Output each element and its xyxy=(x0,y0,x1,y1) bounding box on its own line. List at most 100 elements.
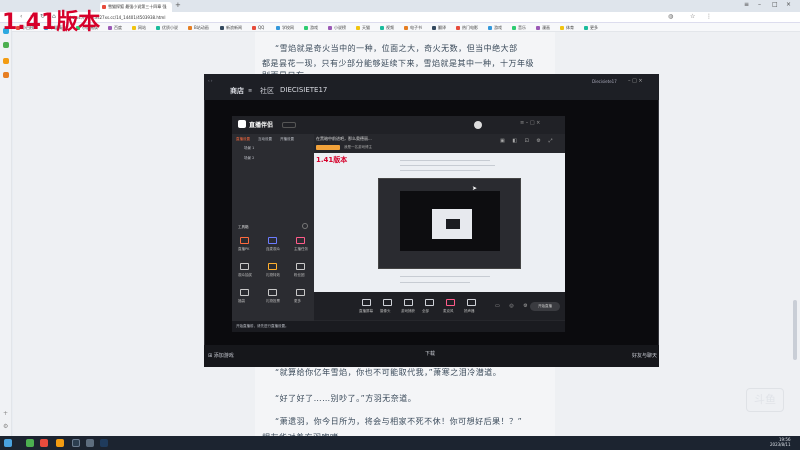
new-tab-button[interactable]: + xyxy=(175,1,181,9)
watermark: 斗鱼 xyxy=(746,388,784,412)
extra-controls[interactable]: ▭ ◎ ⚙ xyxy=(495,303,532,309)
bookmark-item[interactable]: 天猫 xyxy=(356,25,370,31)
preview-line xyxy=(400,276,490,277)
toolbox-settings-icon[interactable] xyxy=(302,223,308,229)
stream-window-controls[interactable]: ≡ – □ × xyxy=(520,120,540,126)
bookmark-item[interactable]: 优质小说 xyxy=(156,25,178,31)
sidebar-note-icon[interactable] xyxy=(3,72,9,78)
tool-icon[interactable] xyxy=(268,237,277,244)
bookmark-label: 翻译 xyxy=(438,25,446,30)
bookmark-item[interactable]: 翻译 xyxy=(432,25,446,31)
tab-title: 雪猫探狐 最强小说第三十四章 强 xyxy=(108,4,167,9)
bottom-tool-label: 麦克风 xyxy=(443,309,454,313)
minimize-icon[interactable]: – xyxy=(758,1,761,8)
bookmark-icon xyxy=(432,26,436,30)
channel-name[interactable]: DIECISIETE17 xyxy=(280,86,327,94)
bottom-tool-icon[interactable] xyxy=(362,299,371,306)
taskbar-clock[interactable]: 19:56 2023/8/11 xyxy=(770,437,791,447)
tool-icon[interactable] xyxy=(296,263,305,270)
sidebar-favorites-icon[interactable] xyxy=(3,42,9,48)
sidebar-settings-icon[interactable]: ⚙ xyxy=(3,423,8,430)
start-stream-button[interactable]: 开始直播 xyxy=(530,302,560,311)
bottom-tool-icon[interactable] xyxy=(383,299,392,306)
bookmark-item[interactable]: 百度 xyxy=(108,25,122,31)
tool-icon[interactable] xyxy=(268,289,277,296)
bookmark-item[interactable]: 游戏 xyxy=(304,25,318,31)
page-scrollbar[interactable] xyxy=(793,300,797,360)
bottom-tool-icon[interactable] xyxy=(446,299,455,306)
extensions-icon[interactable]: ⋮ xyxy=(706,13,712,20)
user-name[interactable]: Diecisiete17 xyxy=(592,79,617,84)
bottom-tool-label: 全部 xyxy=(422,309,429,313)
shield-icon[interactable]: ◍ xyxy=(668,13,673,20)
tool-icon[interactable] xyxy=(240,237,249,244)
friends-chat-button[interactable]: 好友与聊天 xyxy=(632,352,657,359)
bookmark-item[interactable]: B站动画 xyxy=(188,25,209,31)
bookmark-item[interactable]: 小说榜 xyxy=(328,25,346,31)
bookmark-item[interactable]: 网站 xyxy=(132,25,146,31)
bottom-tool-icon[interactable] xyxy=(467,299,476,306)
bookmark-item[interactable]: QQ xyxy=(252,25,264,30)
version-badge xyxy=(282,122,296,128)
scene-item[interactable]: 场景 2 xyxy=(244,156,254,161)
bookmark-item[interactable]: 漫画 xyxy=(536,25,550,31)
sidebar-add-icon[interactable]: + xyxy=(3,410,8,417)
bookmark-item[interactable]: 更多 xyxy=(584,25,598,31)
url-input[interactable]: https://www.xs27xs.cc/14_14401/4503938.h… xyxy=(70,13,590,22)
browser-tab[interactable]: 雪猫探狐 最强小说第三十四章 强 xyxy=(100,2,172,12)
tool-label: 礼物投票 xyxy=(266,299,280,303)
window-controls[interactable]: – □ × xyxy=(628,78,643,84)
left-tab[interactable]: 互动设置 xyxy=(258,137,272,142)
bookmark-item[interactable]: 体育 xyxy=(560,25,574,31)
maximize-icon[interactable]: □ xyxy=(772,1,778,8)
bookmark-label: B站动画 xyxy=(194,25,209,30)
taskbar-app-icon[interactable] xyxy=(72,439,80,447)
tab-store[interactable]: 商店 xyxy=(230,86,244,96)
bottom-tool-icon[interactable] xyxy=(425,299,434,306)
add-game-button[interactable]: ⊞ 添加游戏 xyxy=(208,352,234,359)
left-tab[interactable]: 直播设置 xyxy=(236,137,250,142)
avatar[interactable] xyxy=(474,121,482,129)
sidebar-mail-icon[interactable] xyxy=(3,58,9,64)
bookmark-item[interactable]: 电子书 xyxy=(404,25,422,31)
tool-icon[interactable] xyxy=(296,289,305,296)
back-icon[interactable]: ‹ › xyxy=(208,78,212,83)
close-icon[interactable]: × xyxy=(786,1,791,8)
tool-icon[interactable] xyxy=(268,263,277,270)
stream-subtitle: 我是一名游戏博主 xyxy=(344,145,372,149)
bookmark-label: 游戏 xyxy=(494,25,502,30)
taskbar-app-icon[interactable] xyxy=(26,439,34,447)
tool-icon[interactable] xyxy=(240,289,249,296)
tool-icon[interactable] xyxy=(240,263,249,270)
tool-icon[interactable] xyxy=(296,237,305,244)
taskbar-app-icon[interactable] xyxy=(86,439,94,447)
bookmark-label: 更多 xyxy=(590,25,598,30)
tool-label: 连麦观众 xyxy=(266,247,280,251)
bookmark-icon xyxy=(252,26,256,30)
taskbar-app-icon[interactable] xyxy=(56,439,64,447)
bookmark-item[interactable]: 热门电影 xyxy=(456,25,478,31)
start-icon[interactable] xyxy=(4,439,12,447)
bookmark-item[interactable]: 视频 xyxy=(380,25,394,31)
preview-line xyxy=(400,282,470,283)
menu-icon[interactable]: ≡ xyxy=(744,1,749,8)
bookmark-item[interactable]: 学校网 xyxy=(276,25,294,31)
stream-header-icons[interactable]: ▣ ◧ ⊡ ⚙ ⤢ xyxy=(500,138,555,144)
tab-community[interactable]: 社区 xyxy=(260,86,274,96)
taskbar-app-icon[interactable] xyxy=(40,439,48,447)
bookmark-item[interactable]: 新浪新闻 xyxy=(220,25,242,31)
bookmark-icon xyxy=(220,26,224,30)
left-tab[interactable]: 开播设置 xyxy=(280,137,294,142)
bookmark-item[interactable]: 游戏 xyxy=(488,25,502,31)
downloads-button[interactable]: 下载 xyxy=(425,350,435,357)
add-game-label: 添加游戏 xyxy=(213,353,234,359)
bottom-tool-icon[interactable] xyxy=(404,299,413,306)
tool-label: 粉丝团 xyxy=(294,273,305,277)
category-tag[interactable] xyxy=(316,145,340,150)
bookmark-item[interactable]: 音乐 xyxy=(512,25,526,31)
star-icon[interactable]: ☆ xyxy=(690,13,695,20)
scene-item[interactable]: 场景 1 xyxy=(244,146,254,151)
taskbar-app-icon[interactable] xyxy=(100,439,108,447)
library-icon[interactable]: ≡ xyxy=(248,88,252,94)
stream-title[interactable]: 在黑暗中前进吧，那么奥德丽... xyxy=(316,136,372,142)
